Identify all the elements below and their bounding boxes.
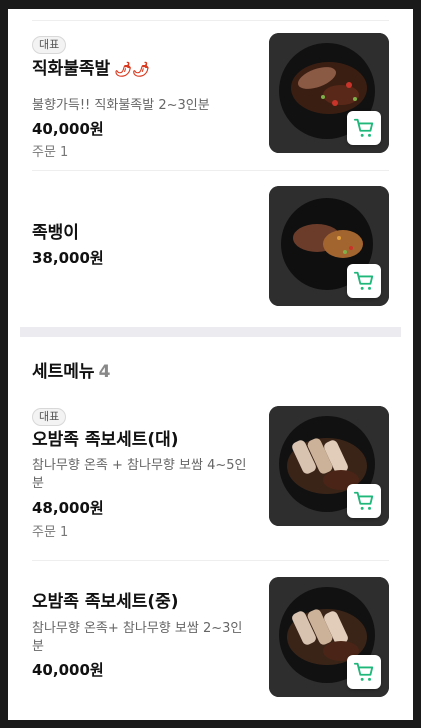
menu-item-image[interactable] [269,577,389,697]
add-to-cart-button[interactable] [347,655,381,689]
cart-icon [353,491,374,510]
menu-item-orders: 주문 1 [32,525,69,540]
add-to-cart-button[interactable] [347,264,381,298]
add-to-cart-button[interactable] [347,484,381,518]
menu-item-desc: 참나무향 온족 + 참나무향 보쌈 4~5인분 [32,458,247,491]
chili-pepper-icon: 🌶🌶 [114,62,150,78]
signature-badge: 대표 [32,36,67,54]
cart-icon [353,662,374,681]
menu-item-name: 직화불족발 🌶🌶 [32,59,150,79]
menu-item-name: 오밤족 족보세트(중) [32,592,179,612]
menu-item-name: 족뱅이 [32,223,79,243]
menu-item-image[interactable] [269,406,389,526]
menu-item[interactable]: 오밤족 족보세트(중) 참나무향 온족+ 참나무향 보쌈 2~3인분 40,00… [32,561,389,720]
menu-item[interactable]: 족뱅이 38,000원 [32,170,389,312]
signature-badge: 대표 [32,408,67,426]
add-to-cart-button[interactable] [347,111,381,145]
section-divider [20,327,401,337]
section-count: 4 [98,362,111,382]
menu-item-orders: 주문 1 [32,145,69,160]
menu-list: 대표 직화불족발 🌶🌶 불향가득!! 직화불족발 2~3인분 40,000원 주문… [8,9,413,720]
menu-item[interactable]: 대표 직화불족발 🌶🌶 불향가득!! 직화불족발 2~3인분 40,000원 주문… [32,20,389,171]
menu-item[interactable]: 대표 오밤족 족보세트(대) 참나무향 온족 + 참나무향 보쌈 4~5인분 4… [32,395,389,561]
menu-item-price: 48,000원 [32,499,104,517]
menu-item-price: 38,000원 [32,249,104,267]
menu-item-desc: 참나무향 온족+ 참나무향 보쌈 2~3인분 [32,621,243,654]
menu-item-image[interactable] [269,33,389,153]
cart-icon [353,118,374,137]
cart-icon [353,271,374,290]
menu-item-price: 40,000원 [32,120,104,138]
menu-item-image[interactable] [269,186,389,306]
menu-item-name: 오밤족 족보세트(대) [32,430,179,450]
section-title: 세트메뉴 4 [32,362,111,382]
menu-item-price: 40,000원 [32,661,104,679]
menu-item-desc: 불향가득!! 직화불족발 2~3인분 [32,98,210,113]
